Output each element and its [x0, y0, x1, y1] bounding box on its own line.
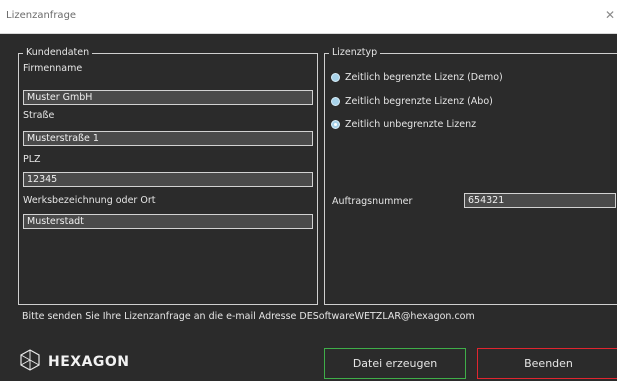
create-file-button[interactable]: Datei erzeugen: [324, 348, 466, 379]
radio-button-icon[interactable]: [331, 97, 340, 106]
plant-location-label: Werksbezeichnung oder Ort: [23, 195, 156, 206]
order-number-input[interactable]: [464, 193, 616, 208]
street-label: Straße: [23, 110, 55, 121]
title-bar: Lizenzanfrage ✕: [0, 0, 617, 34]
radio-demo-label: Zeitlich begrenzte Lizenz (Demo): [345, 72, 503, 83]
radio-perpetual-license[interactable]: Zeitlich unbegrenzte Lizenz: [331, 119, 476, 130]
license-request-dialog: Lizenzanfrage ✕ Kundendaten Firmenname S…: [0, 0, 617, 381]
company-name-label: Firmenname: [23, 63, 83, 74]
zip-input[interactable]: [23, 172, 313, 187]
radio-subscription-label: Zeitlich begrenzte Lizenz (Abo): [345, 96, 493, 107]
radio-demo-license[interactable]: Zeitlich begrenzte Lizenz (Demo): [331, 72, 503, 83]
radio-button-icon[interactable]: [331, 73, 340, 82]
license-type-legend: Lizenztyp: [329, 47, 381, 59]
radio-perpetual-label: Zeitlich unbegrenzte Lizenz: [345, 119, 477, 130]
zip-label: PLZ: [23, 154, 41, 165]
plant-location-input[interactable]: [23, 214, 313, 229]
logo-wordmark: HEXAGON: [48, 354, 130, 370]
hexagon-logo: HEXAGON: [19, 349, 130, 375]
radio-button-checked-icon[interactable]: [331, 120, 340, 129]
customer-data-group: Kundendaten Firmenname Straße PLZ Werksb…: [18, 47, 318, 305]
customer-data-legend: Kundendaten: [23, 47, 93, 59]
hexagon-logo-icon: [19, 349, 41, 375]
order-number-label: Auftragsnummer: [332, 196, 413, 207]
street-input[interactable]: [23, 131, 313, 146]
window-title: Lizenzanfrage: [6, 10, 77, 21]
license-type-group: Lizenztyp Zeitlich begrenzte Lizenz (Dem…: [324, 47, 617, 305]
radio-subscription-license[interactable]: Zeitlich begrenzte Lizenz (Abo): [331, 96, 493, 107]
close-icon[interactable]: ✕: [605, 8, 615, 22]
company-name-input[interactable]: [23, 90, 313, 105]
exit-button[interactable]: Beenden: [477, 348, 617, 379]
info-text: Bitte senden Sie Ihre Lizenzanfrage an d…: [22, 311, 475, 322]
